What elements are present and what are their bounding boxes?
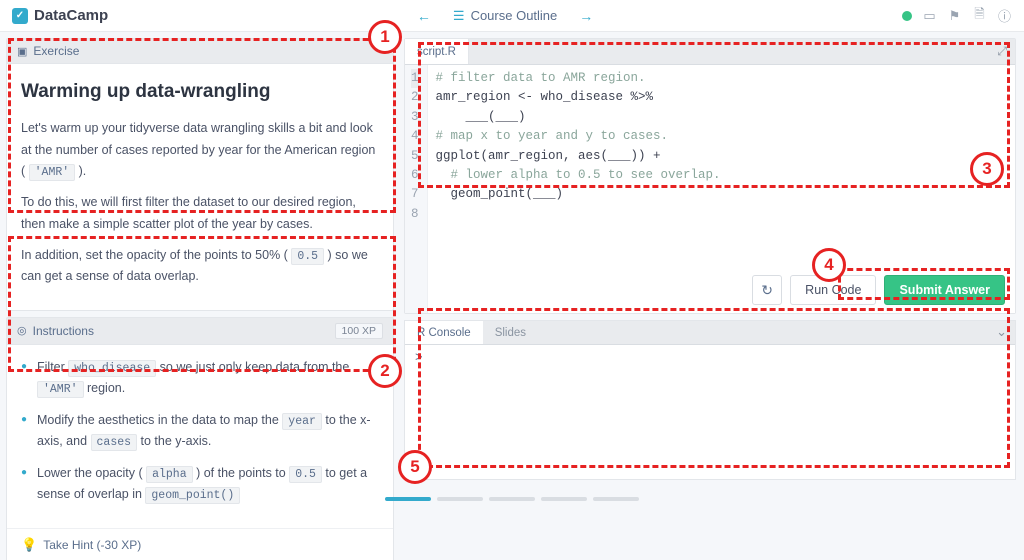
editor-tab-script[interactable]: script.R: [405, 39, 469, 64]
xp-badge: 100 XP: [335, 323, 383, 339]
console-prompt: >: [415, 351, 423, 365]
progress-segment: [385, 497, 431, 501]
expand-editor-icon[interactable]: ⤢: [989, 40, 1015, 63]
lightbulb-icon: 💡: [21, 537, 37, 553]
info-icon[interactable]: ⓘ: [997, 8, 1012, 23]
submit-answer-button[interactable]: Submit Answer: [884, 275, 1005, 305]
exercise-header-label: Exercise: [33, 44, 79, 58]
exercise-panel: ▣ Exercise Warming up data-wrangling Let…: [6, 38, 394, 311]
instructions-header: ◎ Instructions 100 XP: [7, 318, 393, 345]
list-icon: ☰: [453, 8, 465, 24]
brand-name: DataCamp: [34, 7, 108, 24]
line-gutter: 1 2 3 4 5 6 7 8: [405, 65, 428, 313]
exercise-title: Warming up data-wrangling: [21, 76, 379, 108]
exercise-header: ▣ Exercise: [7, 39, 393, 64]
report-icon[interactable]: ⚑: [947, 8, 962, 23]
document-icon[interactable]: 🗎: [972, 8, 987, 23]
run-code-button[interactable]: Run Code: [790, 275, 876, 305]
editor-panel: script.R ⤢ 1 2 3 4 5 6 7 8 # filter data…: [404, 38, 1016, 314]
instructions-panel: ◎ Instructions 100 XP Filter who_disease…: [6, 317, 394, 560]
topbar-right: ▭ ⚑ 🗎 ⓘ: [902, 8, 1012, 23]
instruction-item: Lower the opacity ( alpha ) of the point…: [21, 463, 379, 506]
prev-exercise-button[interactable]: ←: [413, 4, 435, 28]
progress-segment: [489, 497, 535, 501]
course-outline-button[interactable]: ☰ Course Outline: [453, 8, 557, 24]
brand-logo[interactable]: ✓ DataCamp: [12, 7, 108, 24]
instruction-item: Modify the aesthetics in the data to map…: [21, 410, 379, 453]
status-indicator-icon: [902, 11, 912, 21]
instruction-item: Filter who_disease so we just only keep …: [21, 357, 379, 400]
console-body[interactable]: >: [405, 345, 1015, 479]
progress-segment: [541, 497, 587, 501]
top-center-nav: ← ☰ Course Outline →: [108, 4, 902, 28]
editor-actions: ↻ Run Code Submit Answer: [752, 275, 1005, 305]
instructions-header-label: Instructions: [33, 324, 94, 338]
exercise-p3: In addition, set the opacity of the poin…: [21, 245, 379, 288]
console-tab-r[interactable]: R Console: [405, 321, 483, 344]
reset-button[interactable]: ↻: [752, 275, 782, 305]
topbar: ✓ DataCamp ← ☰ Course Outline → ▭ ⚑ 🗎 ⓘ: [0, 0, 1024, 32]
video-icon[interactable]: ▭: [922, 8, 937, 23]
progress-bar: [385, 497, 639, 501]
exercise-p1: Let's warm up your tidyverse data wrangl…: [21, 118, 379, 182]
console-tabs: R Console Slides ⌄: [405, 321, 1015, 345]
console-tab-slides[interactable]: Slides: [483, 321, 538, 344]
progress-segment: [437, 497, 483, 501]
collapse-console-icon[interactable]: ⌄: [988, 321, 1015, 344]
clipboard-icon: ▣: [17, 45, 27, 58]
progress-segment: [593, 497, 639, 501]
editor-tabs: script.R ⤢: [405, 39, 1015, 65]
exercise-p2: To do this, we will first filter the dat…: [21, 192, 379, 235]
course-outline-label: Course Outline: [471, 8, 558, 23]
next-exercise-button[interactable]: →: [575, 4, 597, 28]
instructions-list: Filter who_disease so we just only keep …: [21, 357, 379, 506]
shield-icon: ✓: [12, 8, 28, 24]
console-panel: R Console Slides ⌄ >: [404, 320, 1016, 480]
instructions-icon: ◎: [17, 324, 27, 337]
take-hint-button[interactable]: 💡 Take Hint (-30 XP): [7, 528, 393, 560]
hint-label: Take Hint (-30 XP): [43, 538, 141, 552]
